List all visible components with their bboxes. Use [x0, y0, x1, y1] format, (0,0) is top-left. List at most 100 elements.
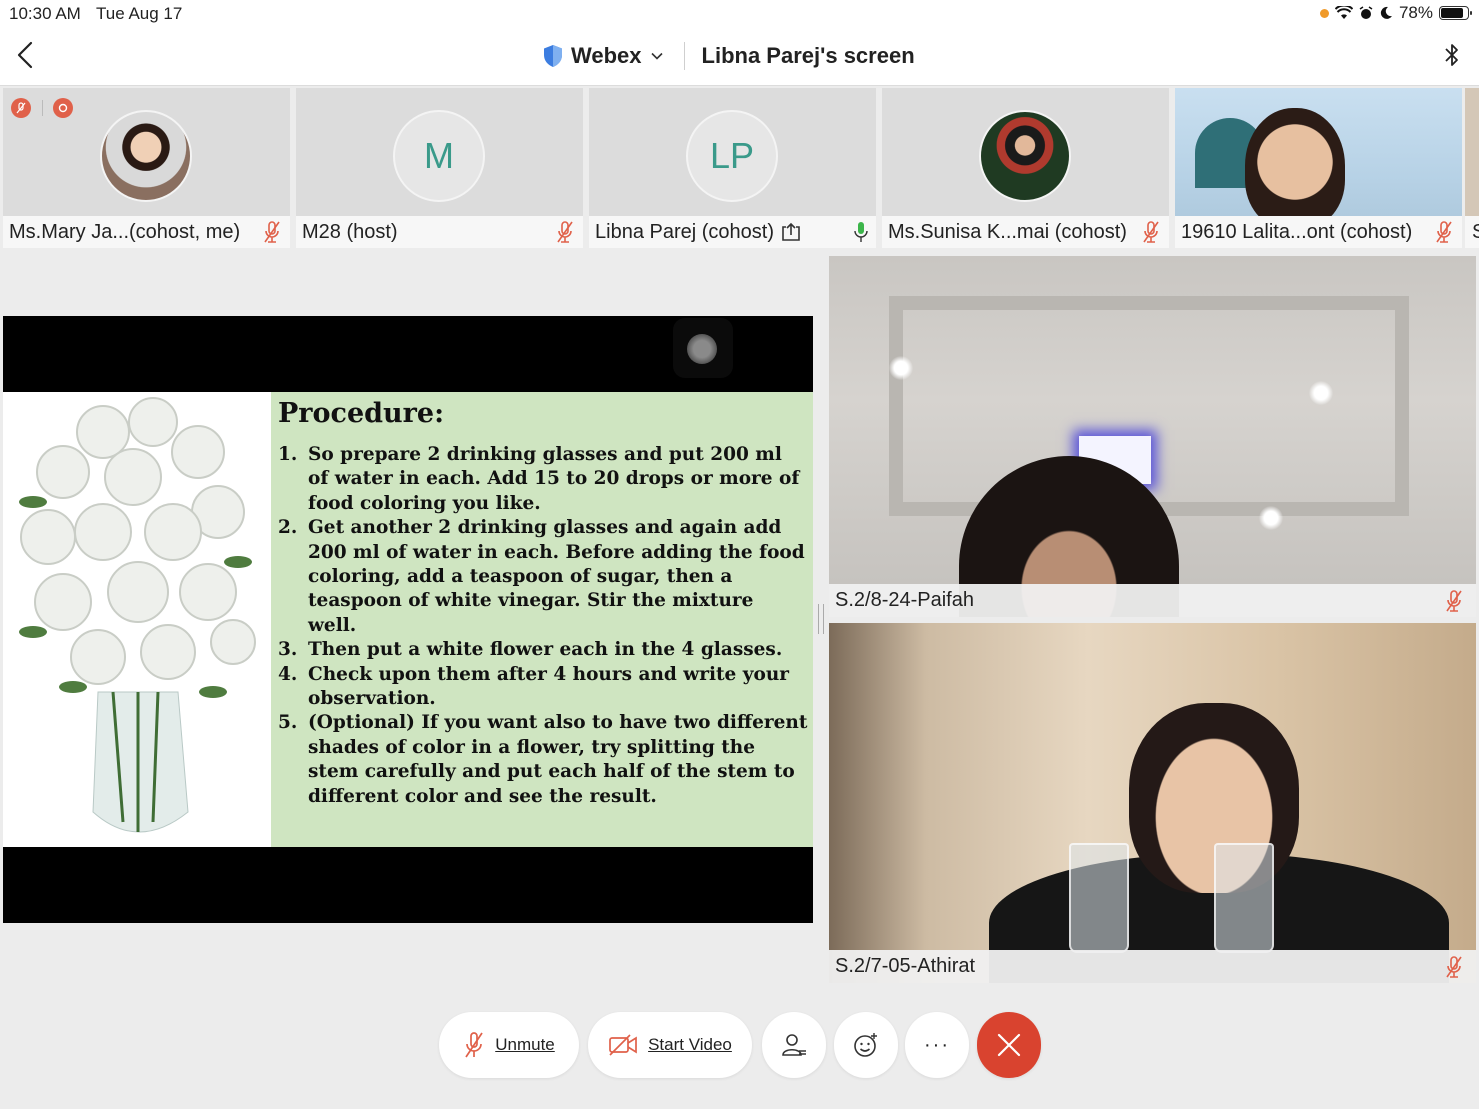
step-number: 4.	[278, 663, 298, 685]
list-item: 1. So prepare 2 drinking glasses and put …	[278, 443, 808, 516]
badge-divider	[42, 100, 43, 116]
step-text: Check upon them after 4 hours and write …	[308, 663, 790, 710]
list-item: 4. Check upon them after 4 hours and writ…	[278, 663, 808, 712]
slide-title: Procedure:	[278, 398, 445, 429]
status-indicators: 78%	[1319, 3, 1472, 23]
step-text: So prepare 2 drinking glasses and put 20…	[308, 444, 800, 514]
avatar	[100, 110, 192, 202]
participant-name: S	[1465, 216, 1479, 248]
video-off-icon	[609, 1034, 637, 1056]
mic-muted-icon	[264, 221, 280, 243]
do-not-disturb-moon-icon	[1380, 6, 1392, 19]
unmute-label: Unmute	[495, 1035, 555, 1054]
flower-vase-illustration	[19, 397, 256, 833]
slide: Procedure: 1. So prepare 2 drinking glass…	[3, 392, 813, 847]
more-options-button[interactable]: ···	[905, 1012, 969, 1078]
mic-muted-icon	[1446, 955, 1462, 978]
participant-name: Ms.Mary Ja...(cohost, me)	[9, 220, 241, 243]
step-number: 3.	[278, 639, 298, 661]
water-glass	[1069, 843, 1129, 953]
ceiling-light	[1259, 506, 1283, 530]
participant-video-tile[interactable]: 19610 Lalita...ont (cohost)	[1175, 88, 1462, 248]
participant-tile-partial[interactable]: S	[1465, 88, 1479, 248]
more-dots-icon: ···	[924, 1033, 950, 1056]
security-shield-icon[interactable]	[543, 44, 563, 68]
step-number: 2.	[278, 517, 298, 539]
shared-screen[interactable]: Procedure: 1. So prepare 2 drinking glass…	[3, 316, 813, 923]
app-name-dropdown[interactable]: Webex	[571, 43, 642, 69]
step-text: Then put a white flower each in the 4 gl…	[308, 639, 783, 661]
procedure-list: 1. So prepare 2 drinking glasses and put …	[278, 443, 808, 809]
status-bar: 10:30 AM Tue Aug 17 78%	[0, 0, 1479, 26]
participant-video-feed	[829, 256, 1476, 617]
meeting-header: Webex Libna Parej's screen	[0, 26, 1479, 86]
status-time: 10:30 AM	[9, 4, 81, 23]
camera-dot-icon	[673, 318, 733, 378]
mic-active-icon	[854, 222, 868, 242]
participant-label: Ms.Sunisa K...mai (cohost)	[882, 216, 1169, 248]
participant-name: S.2/7-05-Athirat	[835, 955, 976, 977]
ceiling-light	[1309, 381, 1333, 405]
participant-label: 19610 Lalita...ont (cohost)	[1175, 216, 1462, 248]
leave-meeting-button[interactable]	[977, 1012, 1041, 1078]
participant-name: S.2/8-24-Paifah	[835, 589, 974, 611]
share-screen-icon	[782, 222, 800, 241]
chevron-down-icon[interactable]	[650, 49, 664, 63]
bluetooth-icon[interactable]	[1443, 40, 1461, 70]
recording-badge-icon	[53, 98, 73, 118]
participant-tile[interactable]: M M28 (host)	[296, 88, 583, 248]
alarm-icon	[1359, 6, 1373, 19]
list-item: 3. Then put a white flower each in the 4 …	[278, 638, 808, 662]
meeting-controls: Unmute Start Video ···	[0, 1012, 1479, 1078]
participant-video-tile[interactable]: S.2/7-05-Athirat	[829, 623, 1476, 983]
mic-muted-icon	[1436, 221, 1452, 243]
participant-tile[interactable]: LP Libna Parej (cohost)	[589, 88, 876, 248]
participant-video-feed	[829, 623, 1476, 983]
status-date: Tue Aug 17	[96, 4, 183, 23]
ceiling-light	[889, 356, 913, 380]
step-number: 1.	[278, 444, 298, 465]
step-number: 5.	[278, 712, 298, 734]
list-item: 2. Get another 2 drinking glasses and aga…	[278, 516, 808, 638]
participant-name: 19610 Lalita...ont (cohost)	[1181, 220, 1413, 243]
participant-name: Libna Parej (cohost)	[595, 220, 774, 243]
participant-tile[interactable]: Ms.Sunisa K...mai (cohost)	[882, 88, 1169, 248]
mic-muted-icon	[557, 221, 573, 243]
slide-text: Procedure: 1. So prepare 2 drinking glass…	[278, 398, 808, 809]
battery-percent: 78%	[1398, 3, 1433, 22]
participant-name: Ms.Sunisa K...mai (cohost)	[888, 220, 1127, 243]
mic-muted-icon	[1446, 589, 1462, 612]
participant-label: S.2/7-05-Athirat	[829, 950, 1476, 983]
close-icon	[997, 1033, 1021, 1057]
header-divider	[683, 42, 685, 70]
mic-muted-icon	[1143, 221, 1159, 243]
mic-muted-icon	[465, 1032, 483, 1058]
white-roses-image	[3, 392, 271, 847]
participant-name: M28 (host)	[302, 220, 398, 243]
participant-label: M28 (host)	[296, 216, 583, 248]
avatar	[979, 110, 1071, 202]
emoji-reaction-icon	[854, 1033, 877, 1057]
step-text: Get another 2 drinking glasses and again…	[308, 517, 805, 636]
mic-muted-badge-icon	[11, 98, 31, 118]
participants-button[interactable]	[762, 1012, 826, 1078]
battery-icon	[1439, 6, 1472, 20]
participant-label: Libna Parej (cohost)	[589, 216, 876, 248]
avatar-initials: M	[393, 110, 485, 202]
wifi-icon	[1334, 6, 1353, 19]
start-video-button[interactable]: Start Video	[588, 1012, 752, 1078]
avatar-initials: LP	[686, 110, 778, 202]
start-video-label: Start Video	[648, 1035, 732, 1054]
participant-label: S.2/8-24-Paifah	[829, 584, 1476, 617]
reactions-button[interactable]	[834, 1012, 898, 1078]
participant-strip[interactable]: Ms.Mary Ja...(cohost, me) M M28 (host) L…	[0, 88, 1479, 248]
participant-label: Ms.Mary Ja...(cohost, me)	[3, 216, 290, 248]
panel-resize-handle[interactable]	[818, 604, 824, 634]
unmute-button[interactable]: Unmute	[439, 1012, 579, 1078]
water-glass	[1214, 843, 1274, 953]
participant-video-tile[interactable]: S.2/8-24-Paifah	[829, 256, 1476, 617]
back-chevron-icon[interactable]	[14, 40, 38, 70]
participant-tile[interactable]: Ms.Mary Ja...(cohost, me)	[3, 88, 290, 248]
step-text: (Optional) If you want also to have two …	[308, 712, 808, 807]
mic-in-use-indicator-icon	[1319, 8, 1329, 18]
